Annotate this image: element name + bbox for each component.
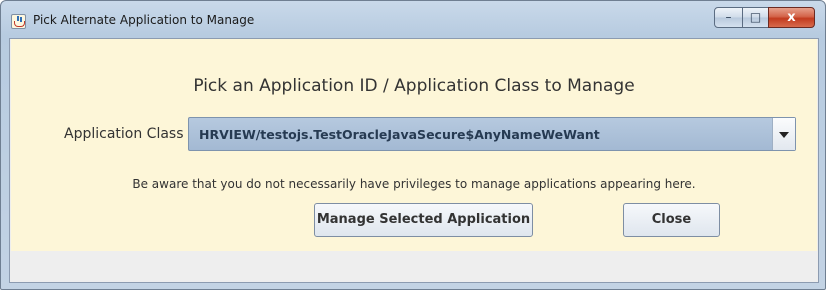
close-button[interactable]: Close — [623, 203, 720, 237]
content-panel: Pick an Application ID / Application Cla… — [11, 39, 817, 251]
manage-selected-application-button[interactable]: Manage Selected Application — [314, 203, 533, 237]
application-class-dropdown[interactable]: HRVIEW/testojs.TestOracleJavaSecure$AnyN… — [188, 117, 796, 151]
chevron-down-icon[interactable] — [772, 118, 795, 150]
minimize-button[interactable]: – — [714, 7, 743, 28]
dialog-window: Pick Alternate Application to Manage – □… — [0, 0, 826, 290]
privileges-notice: Be aware that you do not necessarily hav… — [132, 177, 696, 191]
application-class-label: Application Class — [64, 126, 184, 142]
title-bar[interactable]: Pick Alternate Application to Manage – □… — [1, 1, 825, 39]
dialog-heading: Pick an Application ID / Application Cla… — [193, 76, 635, 96]
maximize-button[interactable]: □ — [742, 7, 769, 28]
application-class-value: HRVIEW/testojs.TestOracleJavaSecure$AnyN… — [199, 127, 600, 142]
close-window-button[interactable]: x — [768, 7, 815, 28]
dialog-body: Pick an Application ID / Application Cla… — [9, 38, 819, 283]
window-title: Pick Alternate Application to Manage — [33, 13, 255, 27]
java-icon — [11, 14, 26, 29]
